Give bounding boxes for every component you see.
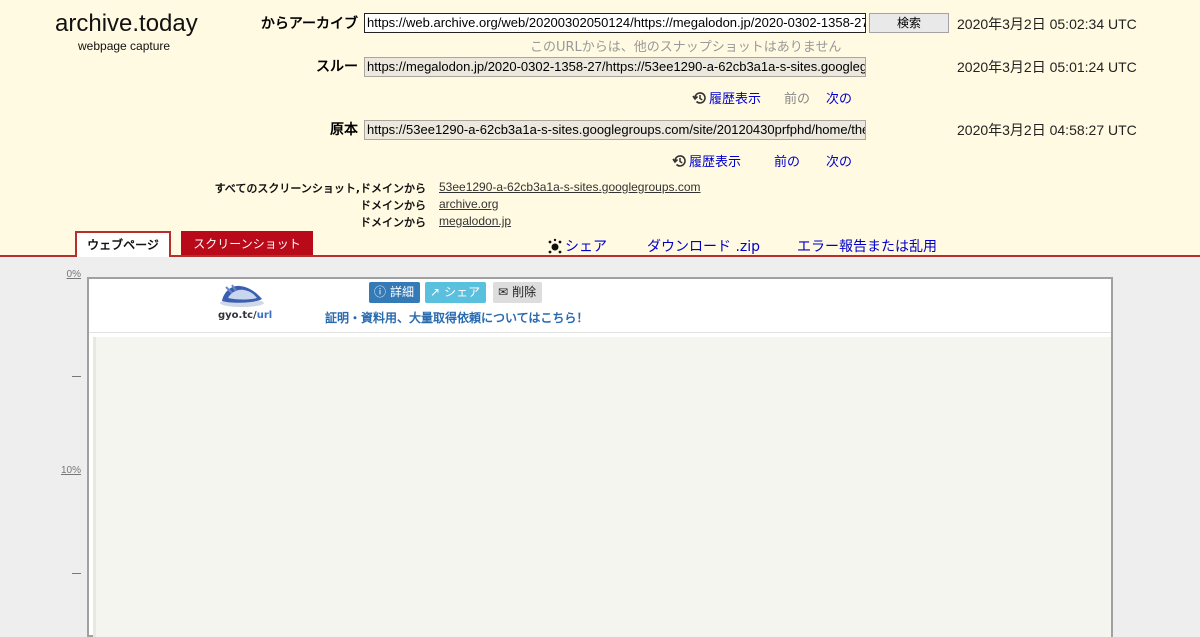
scanned-paper-image [93,337,1111,637]
original-date: 2020年3月2日 04:58:27 UTC [957,122,1137,138]
gyo-logo-domain: gyo.tc/ [218,310,257,321]
history-icon [692,92,706,104]
scroll-tick [72,376,81,377]
history-label: 履歴表示 [689,155,742,170]
captured-share-label: シェア [444,285,481,299]
gyo-logo-text[interactable]: gyo.tc/url [218,310,272,321]
download-zip-link[interactable]: ダウンロード .zip [647,236,760,256]
details-label: 詳細 [390,285,415,299]
history-label: 履歴表示 [709,92,762,107]
original-label: 原本 [330,122,358,138]
scroll-mark-10[interactable]: 10% [51,465,81,476]
archived-from-url-field[interactable]: https://web.archive.org/web/202003020501… [364,13,866,33]
share-out-icon: ↗ [430,285,441,299]
share-link[interactable]: シェア [547,236,607,256]
delete-button[interactable]: ✉ 削除 [493,282,543,303]
via-url-field[interactable]: https://megalodon.jp/2020-0302-1358-27/h… [364,57,866,77]
report-link[interactable]: エラー報告または乱用 [797,236,937,256]
captured-share-button[interactable]: ↗ シェア [425,282,487,303]
share-icon [548,238,562,254]
prev-link-1: 前の [784,92,811,107]
gyo-logo-accent: url [256,310,273,321]
history-link-2[interactable]: 履歴表示 [672,151,741,170]
domain-prefix: ドメインから [360,199,426,212]
next-link-1[interactable]: 次の [826,88,852,107]
domain-prefix: ドメインから [360,182,426,195]
search-button[interactable]: 検索 [869,13,949,33]
promo-link[interactable]: 証明・資料用、大量取得依頼についてはこちら！ [325,309,588,326]
domain-link[interactable]: archive.org [439,197,498,211]
archived-from-date: 2020年3月2日 05:02:34 UTC [957,16,1137,32]
archive-logo[interactable]: archive.today [55,10,198,38]
tab-screenshot[interactable]: スクリーンショット [181,231,313,255]
scroll-mark-0[interactable]: 0% [51,269,81,280]
details-button[interactable]: ⓘ 詳細 [369,282,421,303]
history-link-1[interactable]: 履歴表示 [692,88,761,107]
via-date: 2020年3月2日 05:01:24 UTC [957,59,1137,75]
domain-prefix: ドメインから [360,216,426,229]
original-url-field[interactable]: https://53ee1290-a-62cb3a1a-s-sites.goog… [364,120,866,140]
domain-link[interactable]: 53ee1290-a-62cb3a1a-s-sites.googlegroups… [439,180,701,194]
share-label: シェア [565,239,607,255]
no-other-snapshots-text: このURLからは、他のスナップショットはありません [530,40,842,55]
archived-from-label: からアーカイブ [260,16,358,32]
via-label: スルー [316,59,358,75]
captured-divider [89,332,1111,333]
tab-webpage[interactable]: ウェブページ [75,231,171,257]
history-icon [672,155,686,167]
next-link-2[interactable]: 次の [826,151,852,170]
domain-link[interactable]: megalodon.jp [439,214,511,228]
prev-link-2[interactable]: 前の [774,151,800,170]
info-icon: ⓘ [374,285,387,299]
mail-icon: ✉ [498,285,509,299]
delete-label: 削除 [512,285,537,299]
all-screenshots-label: すべてのスクリーンショット, [214,182,360,195]
gyo-logo-icon [220,284,264,307]
scroll-tick [72,573,81,574]
logo-subtitle: webpage capture [78,39,171,53]
